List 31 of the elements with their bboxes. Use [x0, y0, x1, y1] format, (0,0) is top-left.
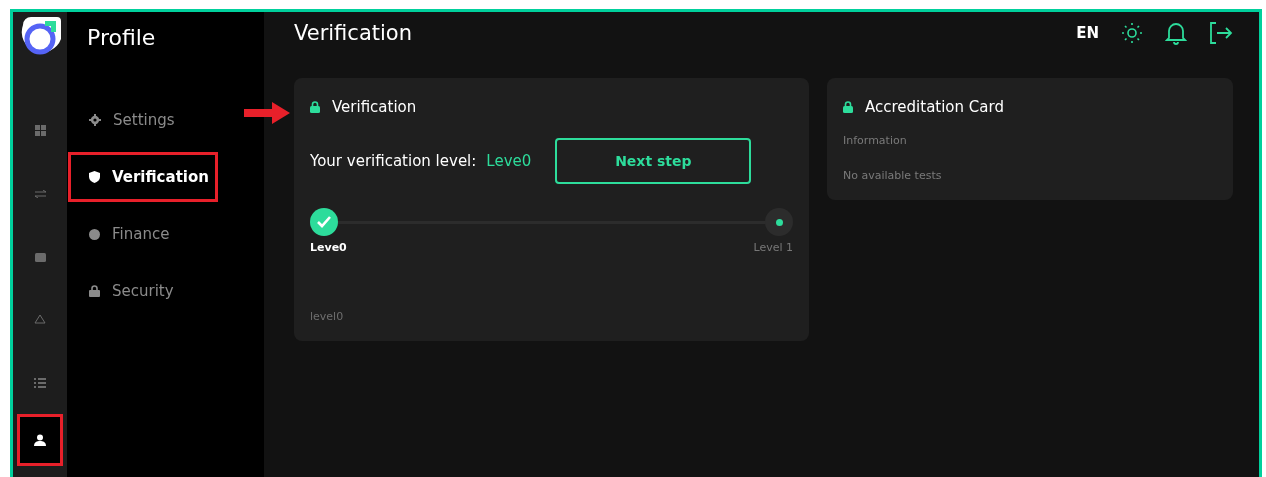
card-subtitle: Information	[843, 134, 908, 147]
bell-icon[interactable]	[1165, 21, 1187, 45]
next-step-button[interactable]: Next step	[555, 138, 752, 184]
language-button[interactable]: EN	[1076, 24, 1099, 42]
level-label: Your verification level:	[310, 152, 477, 170]
nav-item[interactable]: Finance	[68, 209, 218, 259]
level-note: level0	[310, 310, 345, 323]
shield-icon	[89, 171, 100, 183]
user-icon	[34, 434, 46, 446]
nav-item[interactable]: Settings	[68, 95, 218, 145]
logout-icon[interactable]	[1209, 22, 1233, 44]
step-label: Level 1	[753, 241, 793, 254]
sidebar-icon-button[interactable]	[17, 414, 63, 466]
sidebar-title: Profile	[86, 24, 157, 52]
page-title: Verification	[294, 21, 413, 45]
step-label: Leve0	[310, 241, 347, 254]
sun-icon[interactable]	[1121, 22, 1143, 44]
lock-icon	[89, 285, 100, 297]
nav-item[interactable]: Security	[68, 266, 218, 316]
list-icon	[34, 377, 46, 388]
level-value: Leve0	[486, 152, 532, 170]
coin-icon	[89, 228, 100, 240]
lock-icon	[843, 101, 853, 113]
grid-icon	[34, 125, 46, 136]
lock-icon	[310, 101, 320, 113]
card-title: Verification	[332, 98, 417, 116]
wallet-icon	[34, 251, 46, 262]
swap-arrows-icon	[33, 189, 47, 198]
nav-item[interactable]: Verification	[68, 152, 218, 202]
empty-message: No available tests	[843, 169, 943, 182]
card-title: Accreditation Card	[865, 98, 1004, 116]
